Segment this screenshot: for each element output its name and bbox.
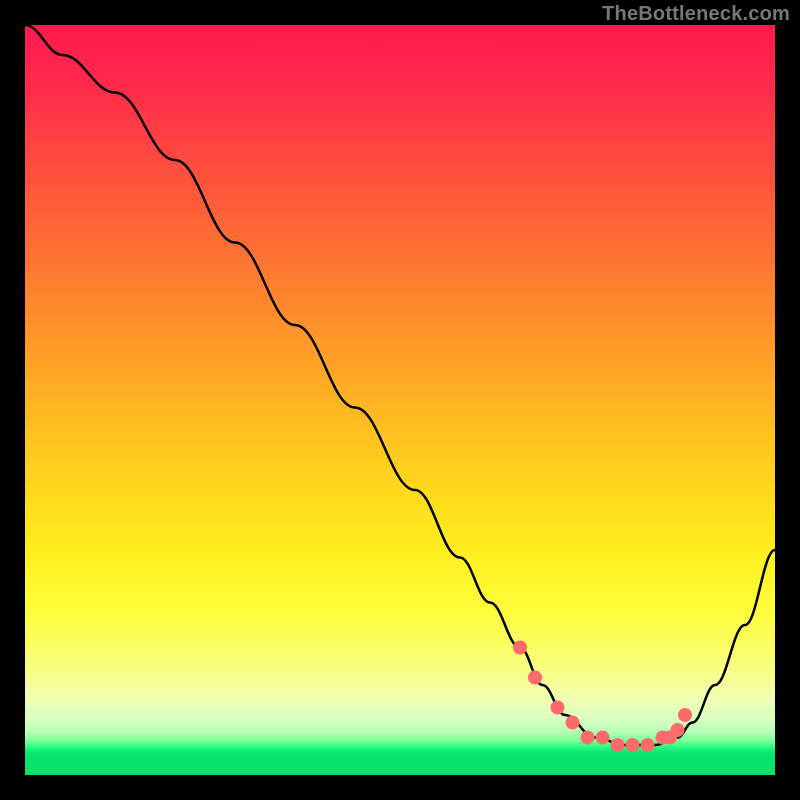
marker-dot: [528, 671, 542, 685]
marker-dot: [596, 731, 610, 745]
chart-svg: [25, 25, 775, 775]
marker-dot: [678, 708, 692, 722]
marker-dot: [566, 716, 580, 730]
marker-dot: [641, 738, 655, 752]
chart-markers: [513, 641, 692, 753]
chart-curve: [25, 25, 775, 745]
marker-dot: [671, 723, 685, 737]
watermark-text: TheBottleneck.com: [602, 3, 790, 26]
chart-frame: TheBottleneck.com: [0, 0, 800, 800]
marker-dot: [626, 738, 640, 752]
marker-dot: [611, 738, 625, 752]
marker-dot: [581, 731, 595, 745]
marker-dot: [513, 641, 527, 655]
marker-dot: [551, 701, 565, 715]
